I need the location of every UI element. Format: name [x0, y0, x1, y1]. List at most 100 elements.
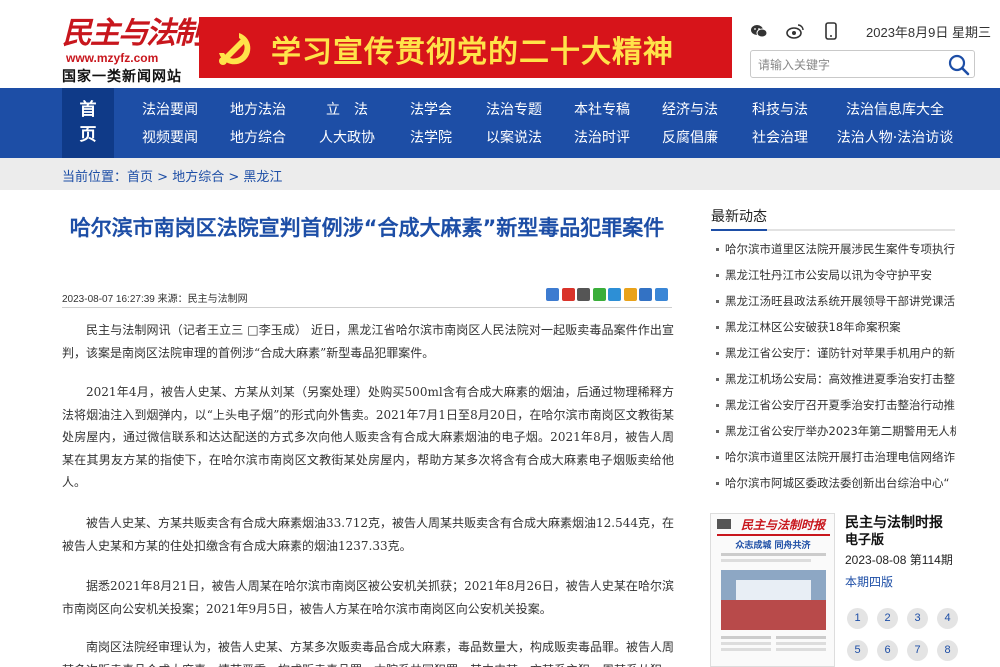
- nav-item-2-5[interactable]: 以案说法: [486, 127, 542, 147]
- page-button-2[interactable]: 2: [877, 608, 898, 629]
- news-item-label: 哈尔滨市阿城区委政法委创新出台综治中心“: [725, 476, 950, 490]
- news-item[interactable]: 哈尔滨市道里区法院开展打击治理电信网络诈: [716, 449, 956, 469]
- bullet-icon: [716, 326, 719, 329]
- breadcrumb-separator: >: [153, 170, 173, 185]
- share-wechat-icon[interactable]: [592, 288, 606, 301]
- nav-item-1-8[interactable]: 科技与法: [752, 99, 808, 119]
- article-paragraph: 民主与法制网讯（记者王立三 □李玉成） 近日，黑龙江省哈尔滨市南岗区人民法院对一…: [62, 323, 674, 360]
- article-meta: 2023-08-07 16:27:39 来源：民主与法制网: [62, 294, 248, 305]
- share-star-icon[interactable]: [623, 288, 637, 301]
- nav-item-1-5[interactable]: 法治专题: [486, 99, 542, 119]
- article-title: 哈尔滨市南岗区法院宣判首例涉“合成大麻素”新型毒品犯罪案件: [69, 216, 665, 240]
- newspaper-issue-date: 2023-08-08 第114期: [845, 553, 953, 567]
- nav-item-2-6[interactable]: 法治时评: [574, 127, 630, 147]
- page-button-7[interactable]: 7: [907, 640, 928, 661]
- page-button-8[interactable]: 8: [937, 640, 958, 661]
- mobile-icon[interactable]: [822, 22, 840, 40]
- nav-home-char: 页: [79, 125, 97, 145]
- newspaper-page-image: 民主与法制时报 众志成城 同舟共济: [711, 514, 834, 666]
- nav-item-1-3[interactable]: 立 法: [326, 99, 368, 119]
- breadcrumb-bar: 当前位置：首页 > 地方综合 > 黑龙江: [0, 158, 1000, 190]
- nav-item-2-9[interactable]: 法治人物·法治访谈: [837, 127, 953, 147]
- breadcrumb-home[interactable]: 首页: [127, 170, 153, 185]
- logo-script-text: 民主与法制: [62, 16, 204, 51]
- nav-item-2-8[interactable]: 社会治理: [752, 127, 808, 147]
- news-item[interactable]: 哈尔滨市道里区法院开展涉民生案件专项执行: [716, 241, 956, 261]
- news-item-label: 黑龙江省公安厅举办2023年第二期警用无人机: [725, 424, 956, 438]
- latest-news-title: 最新动态: [711, 209, 767, 225]
- main-nav: 首页 法治要闻 地方法治 立 法 法学会 法治专题 本社专稿 经济与法 科技与法 法治信息库大全…: [0, 88, 1000, 158]
- banner-text: 学习宣传贯彻党的二十大精神: [271, 35, 674, 70]
- news-item-label: 哈尔滨市道里区法院开展涉民生案件专项执行: [725, 242, 955, 256]
- search-icon[interactable]: [947, 53, 971, 77]
- breadcrumb-local[interactable]: 地方综合: [172, 170, 224, 185]
- bullet-icon: [716, 274, 719, 277]
- nav-item-1-6[interactable]: 本社专稿: [574, 99, 630, 119]
- weibo-icon[interactable]: [786, 22, 804, 40]
- search-input[interactable]: [758, 56, 938, 73]
- news-item-label: 黑龙江省公安厅召开夏季治安打击整治行动推: [725, 398, 955, 412]
- page-button-4[interactable]: 4: [937, 608, 958, 629]
- nav-item-1-2[interactable]: 地方法治: [230, 99, 286, 119]
- breadcrumb-prefix: 当前位置：: [62, 170, 128, 185]
- newspaper-thumbnail[interactable]: 民主与法制时报 众志成城 同舟共济: [710, 513, 835, 667]
- breadcrumb-heilongjiang[interactable]: 黑龙江: [243, 170, 282, 185]
- nav-item-2-1[interactable]: 视频要闻: [142, 127, 198, 147]
- news-item[interactable]: 黑龙江汤旺县政法系统开展领导干部讲党课活: [716, 293, 956, 313]
- nav-item-1-7[interactable]: 经济与法: [662, 99, 718, 119]
- bullet-icon: [716, 300, 719, 303]
- nav-item-2-4[interactable]: 法学院: [410, 127, 452, 147]
- page-button-5[interactable]: 5: [847, 640, 868, 661]
- meta-divider: [62, 307, 672, 308]
- share-qq-icon[interactable]: [608, 288, 621, 301]
- news-item-label: 黑龙江汤旺县政法系统开展领导干部讲党课活: [725, 294, 955, 308]
- site-header: 民主与法制网 www.mzyfz.com 国家一类新闻网站 学习宣传贯彻党的二十…: [0, 0, 1000, 88]
- news-item-label: 黑龙江省公安厅：谨防针对苹果手机用户的新: [725, 346, 955, 360]
- newspaper-edition-link[interactable]: 本期四版: [845, 573, 893, 590]
- site-logo[interactable]: 民主与法制网 www.mzyfz.com 国家一类新闻网站: [62, 8, 232, 85]
- page-button-6[interactable]: 6: [877, 640, 898, 661]
- article-paragraph: 被告人史某、方某共贩卖含有合成大麻素烟油33.712克，被告人周某共贩卖含有合成…: [62, 516, 674, 553]
- share-weibo-icon[interactable]: [561, 288, 575, 301]
- nav-item-2-2[interactable]: 地方综合: [230, 127, 286, 147]
- bullet-icon: [716, 378, 719, 381]
- latest-news-divider: [711, 229, 955, 231]
- newspaper-subtitle: 电子版: [845, 533, 885, 548]
- nav-item-1-9[interactable]: 法治信息库大全: [846, 99, 944, 119]
- news-item[interactable]: 黑龙江林区公安破获18年命案积案: [716, 319, 956, 339]
- news-item[interactable]: 黑龙江省公安厅：谨防针对苹果手机用户的新: [716, 345, 956, 365]
- search-box: [750, 50, 975, 78]
- news-item[interactable]: 黑龙江省公安厅举办2023年第二期警用无人机: [716, 423, 956, 443]
- nav-item-2-7[interactable]: 反腐倡廉: [662, 127, 718, 147]
- page-button-3[interactable]: 3: [907, 608, 928, 629]
- share-more-icon[interactable]: [654, 288, 668, 301]
- share-renren-icon[interactable]: [639, 288, 652, 301]
- news-item[interactable]: 黑龙江牡丹江市公安局以讯为令守护平安: [716, 267, 956, 287]
- logo-slogan: 国家一类新闻网站: [62, 69, 182, 85]
- bullet-icon: [716, 456, 719, 459]
- news-item-label: 哈尔滨市道里区法院开展打击治理电信网络诈: [725, 450, 955, 464]
- nav-item-2-3[interactable]: 人大政协: [319, 127, 375, 147]
- news-item[interactable]: 黑龙江省公安厅召开夏季治安打击整治行动推: [716, 397, 956, 417]
- page-button-1[interactable]: 1: [847, 608, 868, 629]
- news-item-label: 黑龙江牡丹江市公安局以讯为令守护平安: [725, 268, 932, 282]
- current-date: 2023年8月9日 星期三: [866, 25, 991, 40]
- party-emblem-icon: [219, 33, 251, 65]
- share-qzone-icon[interactable]: [546, 288, 559, 301]
- news-item[interactable]: 哈尔滨市阿城区委政法委创新出台综治中心“: [716, 475, 956, 495]
- nav-home[interactable]: 首页: [62, 88, 114, 158]
- nav-item-1-1[interactable]: 法治要闻: [142, 99, 198, 119]
- breadcrumb-separator: >: [224, 170, 244, 185]
- theme-banner[interactable]: 学习宣传贯彻党的二十大精神: [199, 17, 732, 78]
- article-paragraph: 2021年4月，被告人史某、方某从刘某（另案处理）处购买500ml含有合成大麻素…: [62, 385, 674, 489]
- article-paragraph: 南岗区法院经审理认为，被告人史某、方某多次贩卖毒品合成大麻素，毒品数量大，构成贩…: [62, 640, 675, 667]
- news-item[interactable]: 黑龙江机场公安局：高效推进夏季治安打击整: [716, 371, 956, 391]
- wechat-icon[interactable]: [750, 22, 768, 40]
- nav-home-char: 首: [79, 100, 97, 120]
- news-item-label: 黑龙江林区公安破获18年命案积案: [725, 320, 901, 334]
- news-item-label: 黑龙江机场公安局：高效推进夏季治安打击整: [725, 372, 955, 386]
- share-tencent-icon[interactable]: [577, 288, 590, 301]
- logo-url: www.mzyfz.com: [66, 51, 159, 65]
- bullet-icon: [716, 248, 719, 251]
- nav-item-1-4[interactable]: 法学会: [410, 99, 452, 119]
